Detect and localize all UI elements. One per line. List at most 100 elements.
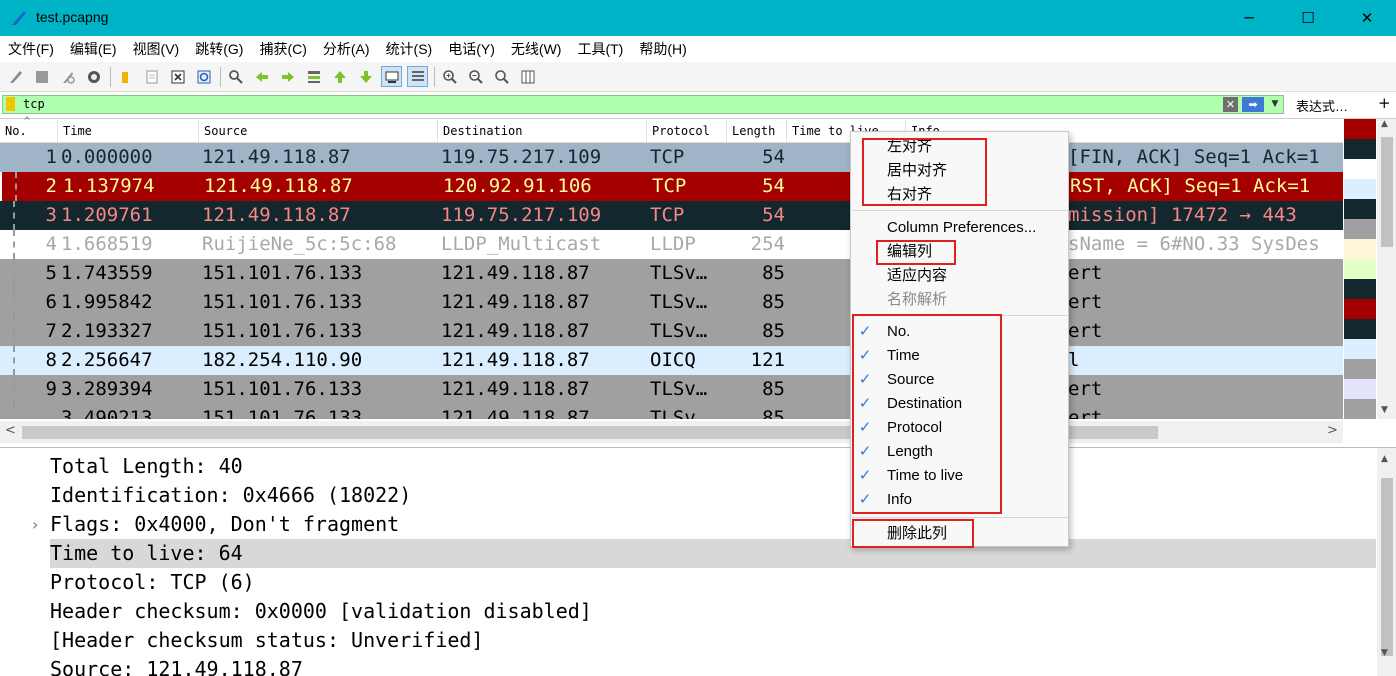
detail-header-checksum[interactable]: Header checksum: 0x0000 [validation disa… bbox=[50, 597, 592, 626]
packet-row[interactable]: 9 3.289394 151.101.76.133 121.49.118.87 TLSv… bbox=[0, 375, 1343, 404]
scroll-left-icon[interactable]: < bbox=[5, 423, 16, 438]
packet-row[interactable]: 3 1.209761 121.49.118.87 119.75.217.109 TCP 5… bbox=[0, 201, 1343, 230]
display-filter-input[interactable]: tcp bbox=[2, 95, 1284, 114]
scroll-up-icon[interactable]: ▲ bbox=[1381, 454, 1388, 464]
zoom-out-icon[interactable] bbox=[465, 66, 486, 87]
go-last-icon[interactable] bbox=[355, 66, 376, 87]
column-header-destination[interactable]: Destination bbox=[443, 124, 522, 138]
shark-fin-start-icon[interactable] bbox=[5, 66, 26, 87]
bookmark-icon[interactable] bbox=[6, 97, 15, 111]
expand-chevron-icon[interactable]: › bbox=[32, 515, 38, 534]
column-divider[interactable] bbox=[437, 119, 438, 143]
column-header-protocol[interactable]: Protocol bbox=[652, 124, 710, 138]
column-divider[interactable] bbox=[786, 119, 787, 143]
column-header-time[interactable]: Time bbox=[63, 124, 92, 138]
go-first-icon[interactable] bbox=[329, 66, 350, 87]
maximize-button[interactable]: ☐ bbox=[1279, 0, 1337, 36]
cell-source: 121.49.118.87 bbox=[202, 204, 351, 226]
packet-row[interactable]: 8 2.256647 182.254.110.90 121.49.118.87 OICQ… bbox=[0, 346, 1343, 375]
menu-telephony[interactable]: 电话(Y) bbox=[448, 39, 495, 59]
toolbar-separator bbox=[110, 66, 111, 87]
cell-protocol: TLSv… bbox=[650, 378, 708, 400]
cell-destination: 119.75.217.109 bbox=[441, 204, 602, 226]
restart-icon[interactable] bbox=[57, 66, 78, 87]
column-divider[interactable] bbox=[646, 119, 647, 143]
detail-checksum-status[interactable]: [Header checksum status: Unverified] bbox=[50, 626, 483, 655]
minimize-button[interactable]: ─ bbox=[1220, 0, 1278, 36]
autoscroll-icon[interactable] bbox=[381, 66, 402, 87]
packet-row[interactable]: 7 2.193327 151.101.76.133 121.49.118.87 TLSv… bbox=[0, 317, 1343, 346]
file-icon[interactable] bbox=[141, 66, 162, 87]
column-divider[interactable] bbox=[198, 119, 199, 143]
close-file-icon[interactable] bbox=[167, 66, 188, 87]
packet-row[interactable]: 2 1.137974 121.49.118.87 120.92.91.106 TCP 54… bbox=[0, 172, 1343, 201]
packet-list-vertical-scrollbar[interactable]: ▲ ▼ bbox=[1377, 119, 1396, 419]
scrollbar-thumb[interactable] bbox=[1381, 137, 1393, 247]
reload-icon[interactable] bbox=[193, 66, 214, 87]
cell-time: 1.137974 bbox=[63, 175, 155, 197]
go-forward-icon[interactable] bbox=[277, 66, 298, 87]
window-title: test.pcapng bbox=[36, 9, 109, 25]
cell-no: 8 bbox=[45, 349, 57, 371]
expression-button[interactable]: 表达式… bbox=[1296, 96, 1348, 115]
detail-total-length[interactable]: Total Length: 40 bbox=[50, 452, 243, 481]
menu-file[interactable]: 文件(F) bbox=[8, 39, 54, 59]
filter-history-chevron-icon[interactable]: ▼ bbox=[1268, 97, 1282, 112]
cell-no: 5 bbox=[45, 262, 57, 284]
column-header-length[interactable]: Length bbox=[732, 124, 775, 138]
detail-source[interactable]: Source: 121.49.118.87 bbox=[50, 655, 303, 676]
minimap-segment bbox=[1344, 179, 1376, 199]
cell-protocol: TLSv… bbox=[650, 407, 708, 419]
menu-statistics[interactable]: 统计(S) bbox=[386, 39, 433, 59]
stop-icon[interactable] bbox=[31, 66, 52, 87]
cell-destination: 121.49.118.87 bbox=[441, 407, 590, 419]
packet-row[interactable]: 6 1.995842 151.101.76.133 121.49.118.87 TLSv… bbox=[0, 288, 1343, 317]
find-icon[interactable] bbox=[225, 66, 246, 87]
scroll-down-icon[interactable]: ▼ bbox=[1381, 648, 1388, 658]
menu-edit[interactable]: 编辑(E) bbox=[70, 39, 117, 59]
column-header-source[interactable]: Source bbox=[204, 124, 247, 138]
menu-go[interactable]: 跳转(G) bbox=[195, 39, 243, 59]
zoom-in-icon[interactable] bbox=[439, 66, 460, 87]
packet-row[interactable]: 3.490213 151.101.76.133 121.49.118.87 TLSv…… bbox=[0, 404, 1343, 419]
packet-row[interactable]: 1 0.000000 121.49.118.87 119.75.217.109 TCP 5… bbox=[0, 143, 1343, 172]
menu-view[interactable]: 视图(V) bbox=[133, 39, 180, 59]
open-folder-icon[interactable] bbox=[115, 66, 136, 87]
add-filter-button[interactable]: + bbox=[1378, 94, 1391, 112]
packet-list-horizontal-scrollbar[interactable]: < > bbox=[0, 421, 1343, 443]
cell-time: 2.256647 bbox=[61, 349, 153, 371]
packet-row[interactable]: 5 1.743559 151.101.76.133 121.49.118.87 TLSv… bbox=[0, 259, 1343, 288]
resize-columns-icon[interactable] bbox=[517, 66, 538, 87]
capture-options-icon[interactable] bbox=[83, 66, 104, 87]
menu-help[interactable]: 帮助(H) bbox=[639, 39, 686, 59]
go-back-icon[interactable] bbox=[251, 66, 272, 87]
menu-column-preferences[interactable]: Column Preferences... bbox=[887, 217, 1036, 239]
apply-filter-icon[interactable]: ➡ bbox=[1242, 97, 1264, 112]
cell-no: 1 bbox=[45, 146, 57, 168]
scrollbar-thumb[interactable] bbox=[1381, 478, 1393, 656]
zoom-normal-icon[interactable] bbox=[491, 66, 512, 87]
column-divider[interactable] bbox=[57, 119, 58, 143]
details-vertical-scrollbar[interactable]: ▲ ▼ bbox=[1377, 448, 1396, 676]
column-divider[interactable] bbox=[726, 119, 727, 143]
close-button[interactable]: ✕ bbox=[1338, 0, 1396, 36]
scroll-up-icon[interactable]: ▲ bbox=[1381, 119, 1388, 129]
detail-identification[interactable]: Identification: 0x4666 (18022) bbox=[50, 481, 411, 510]
menu-analyze[interactable]: 分析(A) bbox=[323, 39, 370, 59]
clear-filter-icon[interactable]: ✕ bbox=[1223, 97, 1238, 112]
column-header-no[interactable]: No. bbox=[5, 124, 27, 138]
menu-wireless[interactable]: 无线(W) bbox=[511, 39, 562, 59]
cell-info: [FIN, ACK] Seq=1 Ack=1 bbox=[1068, 146, 1320, 168]
scroll-down-icon[interactable]: ▼ bbox=[1381, 405, 1388, 415]
detail-time-to-live[interactable]: Time to live: 64 bbox=[50, 539, 243, 568]
scroll-right-icon[interactable]: > bbox=[1327, 423, 1338, 438]
menu-capture[interactable]: 捕获(C) bbox=[259, 39, 306, 59]
detail-flags[interactable]: Flags: 0x4000, Don't fragment bbox=[50, 510, 399, 539]
colorize-icon[interactable] bbox=[407, 66, 428, 87]
menu-tools[interactable]: 工具(T) bbox=[577, 39, 623, 59]
packet-minimap[interactable] bbox=[1344, 119, 1376, 419]
menu-resize-to-contents[interactable]: 适应内容 bbox=[887, 265, 947, 287]
packet-row[interactable]: 4 1.668519 RuijieNe_5c:5c:68 LLDP_Multicast… bbox=[0, 230, 1343, 259]
detail-protocol[interactable]: Protocol: TCP (6) bbox=[50, 568, 255, 597]
go-to-packet-icon[interactable] bbox=[303, 66, 324, 87]
